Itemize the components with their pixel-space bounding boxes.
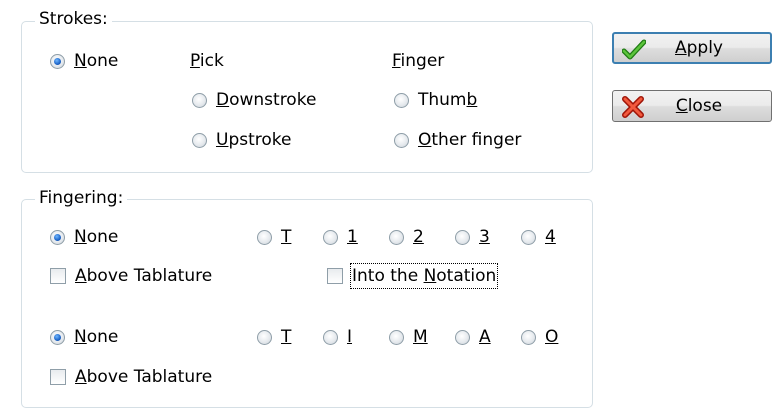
radio-icon <box>257 229 272 245</box>
radio-selected-icon <box>50 229 65 245</box>
finger-header: Finger <box>392 51 445 71</box>
left-finger-radio-3[interactable]: 3 <box>455 226 490 248</box>
apply-label: Apply <box>674 38 723 58</box>
radio-selected-icon <box>50 53 65 69</box>
left-finger-radio-2[interactable]: 2 <box>389 226 424 248</box>
radio-icon <box>323 229 338 245</box>
other-finger-radio[interactable]: Other finger <box>394 129 521 151</box>
pick-header: Pick <box>190 51 224 71</box>
right-finger-radio-t[interactable]: T <box>257 326 291 348</box>
radio-icon <box>455 329 470 345</box>
radio-icon <box>521 329 536 345</box>
right-finger-radio-o[interactable]: O <box>521 326 558 348</box>
right-finger-radio-a[interactable]: A <box>455 326 491 348</box>
radio-selected-icon <box>50 329 65 345</box>
right-finger-radio-i[interactable]: I <box>323 326 352 348</box>
left-finger-radio-4[interactable]: 4 <box>521 226 556 248</box>
radio-icon <box>389 329 404 345</box>
left-finger-label: 4 <box>545 227 556 247</box>
other-finger-label: Other finger <box>418 130 522 150</box>
right-finger-label: T <box>281 327 292 347</box>
stroke-none-radio[interactable]: None <box>50 50 118 72</box>
right-finger-label: I <box>347 327 353 347</box>
radio-icon <box>323 329 338 345</box>
downstroke-radio[interactable]: Downstroke <box>192 89 316 111</box>
right-above-tablature-label: Above Tablature <box>75 367 213 387</box>
right-hand-none-label: None <box>74 327 119 347</box>
thumb-radio[interactable]: Thumb <box>394 89 477 111</box>
close-label: Close <box>675 96 723 116</box>
right-finger-label: A <box>479 327 491 347</box>
radio-icon <box>389 229 404 245</box>
right-finger-radio-m[interactable]: M <box>389 326 428 348</box>
right-finger-label: M <box>413 327 428 347</box>
left-finger-label: 3 <box>479 227 490 247</box>
radio-icon <box>192 92 207 108</box>
radio-icon <box>192 132 207 148</box>
left-finger-radio-1[interactable]: 1 <box>323 226 358 248</box>
left-above-tablature-label: Above Tablature <box>75 266 213 286</box>
left-above-tablature-checkbox[interactable]: Above Tablature <box>50 265 212 287</box>
right-above-tablature-checkbox[interactable]: Above Tablature <box>50 366 212 388</box>
upstroke-radio[interactable]: Upstroke <box>192 129 291 151</box>
checkbox-icon <box>50 369 66 385</box>
radio-icon <box>394 92 409 108</box>
left-finger-label: 1 <box>347 227 358 247</box>
right-hand-none-radio[interactable]: None <box>50 326 118 348</box>
strokes-legend: Strokes: <box>35 9 112 29</box>
right-finger-label: O <box>545 327 559 347</box>
thumb-label: Thumb <box>418 90 478 110</box>
radio-icon <box>455 229 470 245</box>
left-finger-label: 2 <box>413 227 424 247</box>
apply-button[interactable]: Apply <box>612 32 772 64</box>
radio-icon <box>394 132 409 148</box>
into-notation-checkbox[interactable]: Into the Notation <box>327 263 499 289</box>
left-hand-none-label: None <box>74 227 119 247</box>
stroke-none-label: None <box>74 51 119 71</box>
left-finger-radio-t[interactable]: T <box>257 226 291 248</box>
radio-icon <box>521 229 536 245</box>
checkbox-icon <box>50 268 66 284</box>
checkbox-icon <box>327 268 343 284</box>
downstroke-label: Downstroke <box>216 90 317 110</box>
fingering-legend: Fingering: <box>35 188 128 208</box>
radio-icon <box>257 329 272 345</box>
upstroke-label: Upstroke <box>216 130 292 150</box>
left-finger-label: T <box>281 227 292 247</box>
close-button[interactable]: Close <box>612 90 772 122</box>
into-notation-label: Into the Notation <box>349 263 499 289</box>
left-hand-none-radio[interactable]: None <box>50 226 118 248</box>
